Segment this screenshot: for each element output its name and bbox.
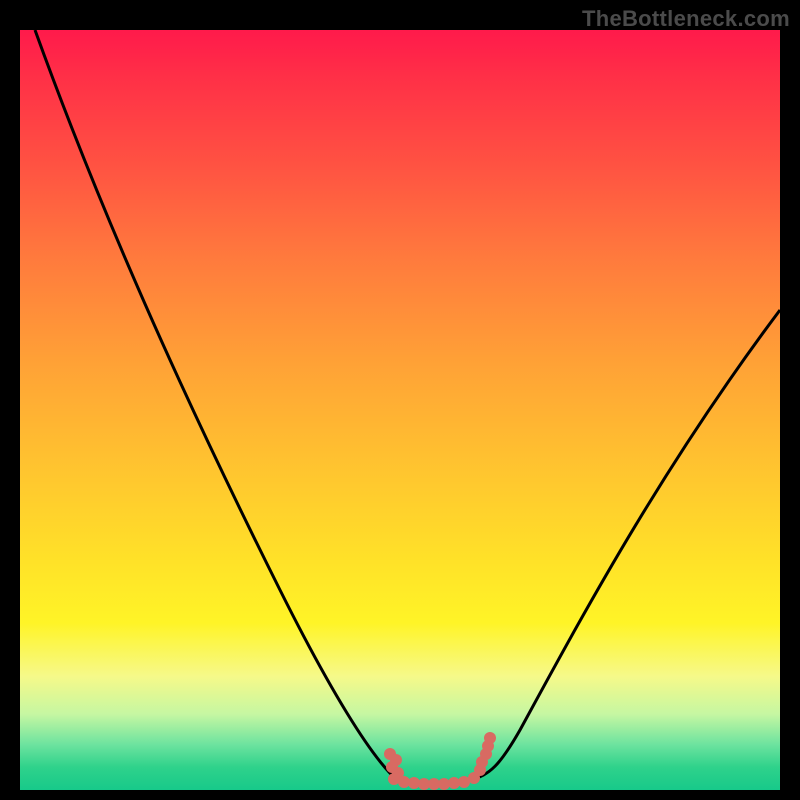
plot-area xyxy=(20,30,780,790)
chart-root: TheBottleneck.com xyxy=(0,0,800,800)
watermark-text: TheBottleneck.com xyxy=(582,6,790,32)
chart-svg xyxy=(20,30,780,790)
bottom-dot-cluster xyxy=(384,732,496,790)
curve-path xyxy=(35,30,780,783)
